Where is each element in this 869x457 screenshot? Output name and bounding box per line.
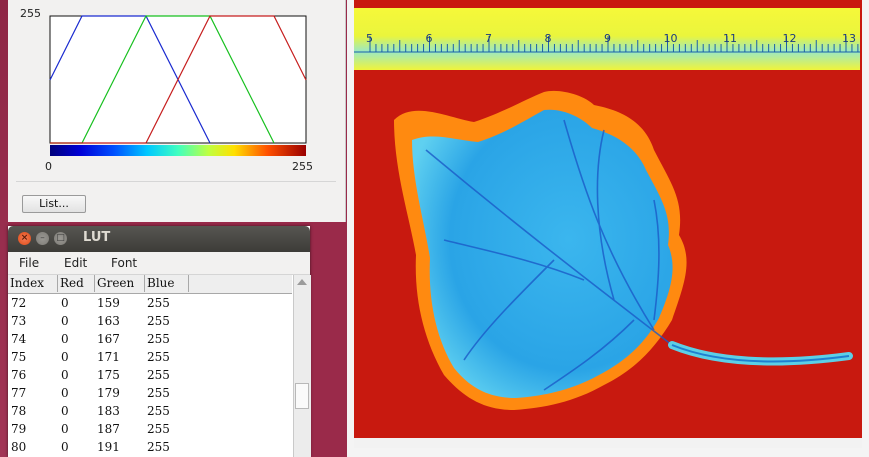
divider <box>16 181 336 182</box>
x-axis-max-label: 255 <box>292 160 313 173</box>
table-row[interactable]: 76 0 175 255 <box>8 366 292 384</box>
table-row[interactable]: 75 0 171 255 <box>8 348 292 366</box>
cell-red: 0 <box>61 296 69 310</box>
lut-plot <box>49 15 307 156</box>
scroll-up-arrow-icon[interactable] <box>297 279 307 285</box>
title-bar[interactable]: × – □ LUT <box>8 226 310 252</box>
cell-green: 187 <box>97 422 120 436</box>
cell-green: 175 <box>97 368 120 382</box>
menu-bar: File Edit Font <box>8 252 310 275</box>
ruler-label: 9 <box>604 32 611 45</box>
cell-index: 73 <box>11 314 27 328</box>
cell-blue: 255 <box>147 332 170 346</box>
column-header-index[interactable]: Index <box>8 275 58 292</box>
vertical-scrollbar[interactable] <box>293 275 311 457</box>
ruler-label: 13 <box>842 32 856 45</box>
cell-index: 80 <box>11 440 27 454</box>
ruler-label: 11 <box>723 32 737 45</box>
lut-table-window: × – □ LUT File Edit Font Index Red Green… <box>8 226 311 457</box>
cell-green: 191 <box>97 440 120 454</box>
cell-blue: 255 <box>147 440 170 454</box>
ruler-label: 10 <box>664 32 678 45</box>
cell-red: 0 <box>61 368 69 382</box>
cell-red: 0 <box>61 332 69 346</box>
cell-red: 0 <box>61 404 69 418</box>
table-header: Index Red Green Blue <box>8 275 292 294</box>
cell-green: 171 <box>97 350 120 364</box>
cell-index: 75 <box>11 350 27 364</box>
table-body: 72 0 159 255 73 0 163 255 74 0 167 255 7… <box>8 294 292 457</box>
table-row[interactable]: 72 0 159 255 <box>8 294 292 312</box>
cell-blue: 255 <box>147 296 170 310</box>
ruler-label: 12 <box>783 32 797 45</box>
ruler-label: 7 <box>485 32 492 45</box>
cell-blue: 255 <box>147 422 170 436</box>
cell-red: 0 <box>61 314 69 328</box>
cell-green: 163 <box>97 314 120 328</box>
table-row[interactable]: 79 0 187 255 <box>8 420 292 438</box>
cell-blue: 255 <box>147 314 170 328</box>
image-window: 5 6 7 8 9 10 11 12 13 <box>347 0 869 457</box>
cell-blue: 255 <box>147 368 170 382</box>
desktop-background <box>0 0 8 457</box>
cell-index: 77 <box>11 386 27 400</box>
table-row[interactable]: 77 0 179 255 <box>8 384 292 402</box>
cell-blue: 255 <box>147 350 170 364</box>
maximize-icon[interactable]: □ <box>54 232 67 245</box>
table-row[interactable]: 78 0 183 255 <box>8 402 292 420</box>
window-title: LUT <box>83 230 111 245</box>
column-header-blue[interactable]: Blue <box>145 275 189 292</box>
leaf-image[interactable]: 5 6 7 8 9 10 11 12 13 <box>354 0 862 448</box>
ruler-label: 6 <box>426 32 433 45</box>
close-icon[interactable]: × <box>18 232 31 245</box>
list-button[interactable]: List... <box>22 195 86 213</box>
cell-green: 183 <box>97 404 120 418</box>
table-row[interactable]: 73 0 163 255 <box>8 312 292 330</box>
table-row[interactable]: 80 0 191 255 <box>8 438 292 456</box>
cell-index: 72 <box>11 296 27 310</box>
ruler-label: 8 <box>545 32 552 45</box>
cell-green: 167 <box>97 332 120 346</box>
column-header-red[interactable]: Red <box>58 275 95 292</box>
cell-index: 74 <box>11 332 27 346</box>
menu-font[interactable]: Font <box>111 256 137 270</box>
column-header-green[interactable]: Green <box>95 275 145 292</box>
minimize-icon[interactable]: – <box>36 232 49 245</box>
menu-edit[interactable]: Edit <box>64 256 87 270</box>
cell-index: 79 <box>11 422 27 436</box>
x-axis-min-label: 0 <box>45 160 52 173</box>
lut-color-bar <box>50 145 306 156</box>
cell-red: 0 <box>61 350 69 364</box>
cell-green: 179 <box>97 386 120 400</box>
menu-file[interactable]: File <box>19 256 39 270</box>
scroll-thumb[interactable] <box>295 383 309 409</box>
cell-index: 78 <box>11 404 27 418</box>
cell-red: 0 <box>61 422 69 436</box>
cell-blue: 255 <box>147 404 170 418</box>
cell-red: 0 <box>61 386 69 400</box>
cell-blue: 255 <box>147 386 170 400</box>
ruler-label: 5 <box>366 32 373 45</box>
cell-red: 0 <box>61 440 69 454</box>
cell-green: 159 <box>97 296 120 310</box>
lut-plot-window: 255 0 255 List... <box>8 0 346 222</box>
cell-index: 76 <box>11 368 27 382</box>
table-row[interactable]: 74 0 167 255 <box>8 330 292 348</box>
